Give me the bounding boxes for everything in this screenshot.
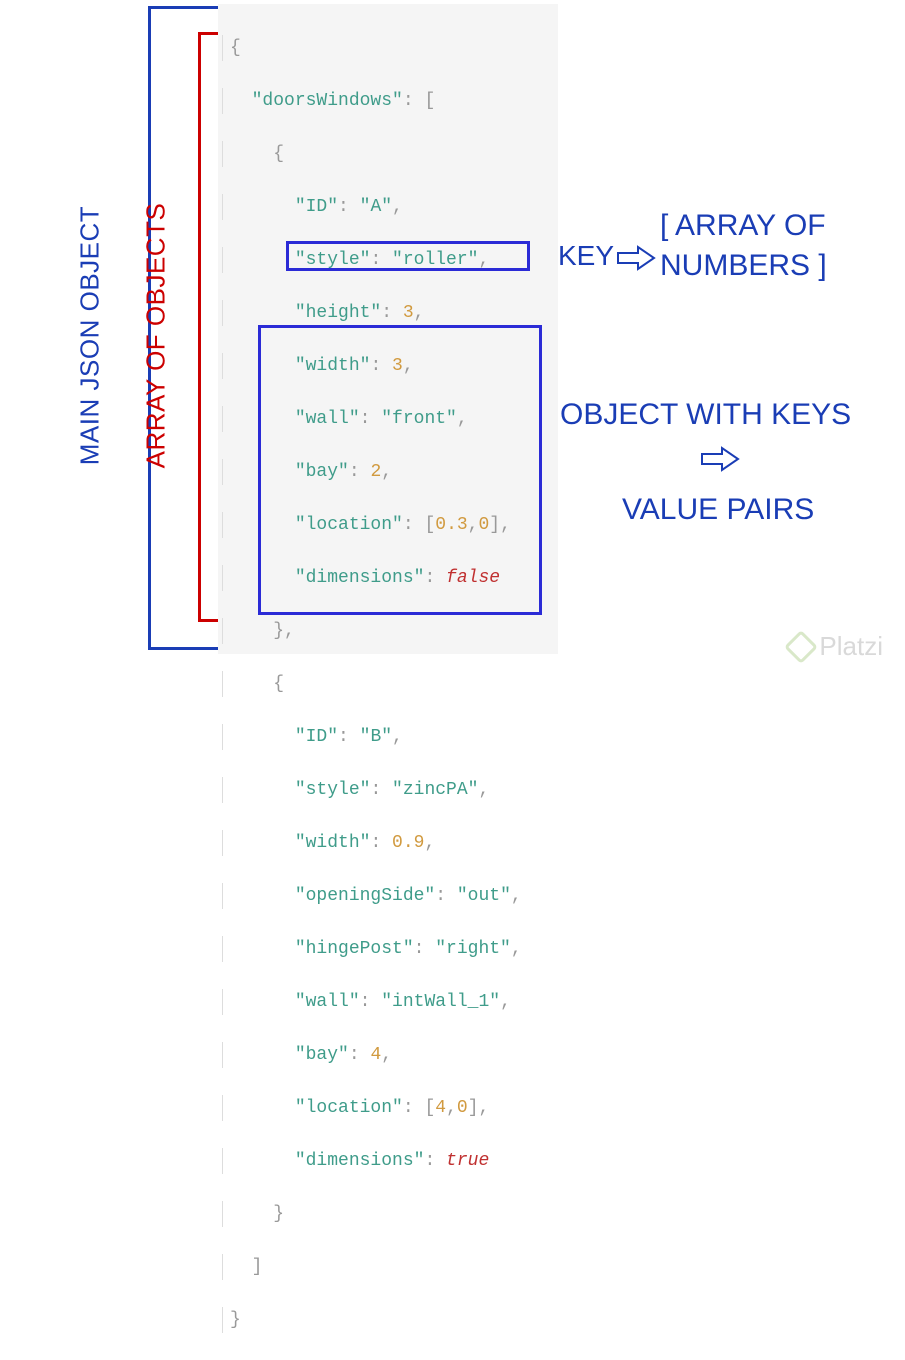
array-close: ]: [252, 1257, 263, 1277]
array-of-objects-label: ARRAY OF OBJECTS: [141, 196, 172, 476]
annotation-value-pairs: VALUE PAIRS: [622, 493, 814, 526]
object-a-open: {: [273, 144, 284, 164]
main-json-label: MAIN JSON OBJECT: [75, 196, 106, 476]
annotation-line2: NUMBERS ]: [660, 249, 827, 282]
array-of-numbers-annotation: [ ARRAY OF NUMBERS ]: [660, 206, 827, 286]
key-highlight-box: [286, 241, 530, 271]
key-annotation: KEY: [558, 240, 614, 272]
arrow-icon: [700, 445, 740, 473]
object-b-open: {: [273, 674, 284, 694]
watermark-text: Platzi: [819, 631, 883, 662]
brace-open: {: [230, 38, 241, 58]
annotation-line1: [ ARRAY OF: [660, 209, 826, 242]
object-a-close: }: [273, 621, 284, 641]
platzi-logo-icon: [784, 630, 818, 664]
object-keys-annotation: OBJECT WITH KEYS VALUE PAIRS: [560, 395, 851, 530]
key-doorswindows: "doorsWindows": [252, 91, 403, 111]
platzi-watermark: Platzi: [789, 631, 883, 662]
object-b-close: }: [273, 1204, 284, 1224]
arrow-icon: [616, 244, 656, 272]
brace-close: }: [230, 1310, 241, 1330]
annotation-obj-keys: OBJECT WITH KEYS: [560, 398, 851, 431]
object-highlight-box: [258, 325, 542, 615]
array-open: [: [424, 91, 435, 111]
